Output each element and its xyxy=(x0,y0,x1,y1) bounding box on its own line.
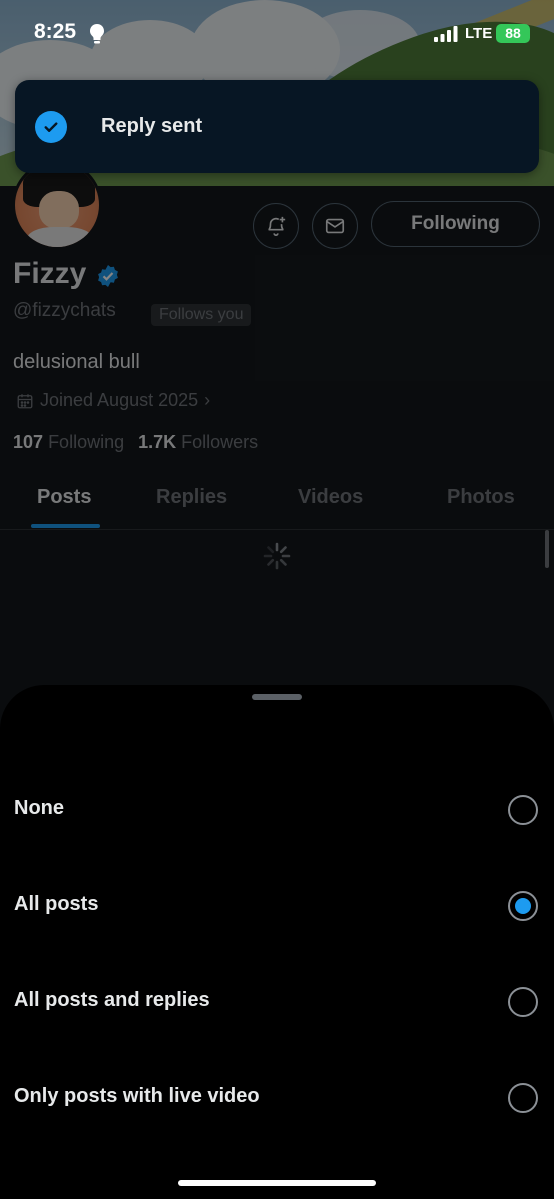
battery-level: 88 xyxy=(505,25,521,41)
option-none[interactable]: None xyxy=(0,782,554,842)
option-label: All posts and replies xyxy=(14,989,210,1011)
radio-button[interactable] xyxy=(508,1083,538,1113)
toast-notification: Reply sent xyxy=(15,80,539,173)
notification-settings-sheet: None All posts All posts and replies Onl… xyxy=(0,685,554,1199)
toast-message: Reply sent xyxy=(101,115,203,137)
lightbulb-icon xyxy=(90,24,104,44)
radio-button[interactable] xyxy=(508,987,538,1017)
option-label: None xyxy=(14,797,64,819)
sheet-grabber[interactable] xyxy=(252,694,302,700)
radio-button-selected[interactable] xyxy=(508,891,538,921)
option-label: Only posts with live video xyxy=(14,1085,260,1107)
radio-button[interactable] xyxy=(508,795,538,825)
check-icon xyxy=(35,111,67,143)
network-type: LTE xyxy=(465,25,493,42)
cellular-signal-icon xyxy=(434,26,458,42)
battery-icon: 88 xyxy=(496,24,530,43)
home-indicator[interactable] xyxy=(178,1180,376,1186)
option-live-video[interactable]: Only posts with live video xyxy=(0,1070,554,1130)
option-all-posts[interactable]: All posts xyxy=(0,878,554,938)
option-label: All posts xyxy=(14,893,99,915)
option-all-posts-and-replies[interactable]: All posts and replies xyxy=(0,974,554,1034)
status-time: 8:25 xyxy=(34,20,77,43)
status-bar: 8:25 LTE 88 xyxy=(0,0,554,64)
